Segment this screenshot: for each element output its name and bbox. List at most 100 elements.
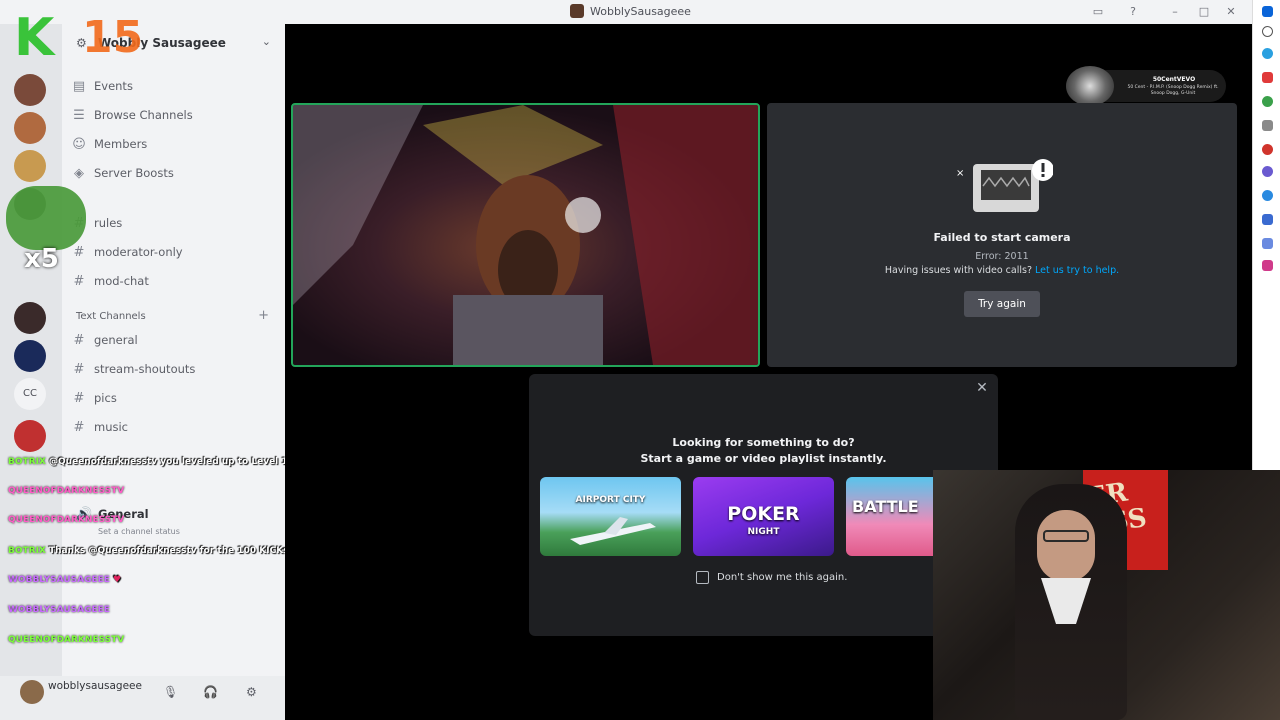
card-subtitle: NIGHT: [747, 527, 780, 537]
activity-heading: Looking for something to do?: [672, 436, 855, 449]
hash-icon: #: [73, 390, 85, 406]
kick-logo: K: [14, 8, 55, 68]
avatar[interactable]: [20, 680, 44, 704]
settings-gear-icon[interactable]: ⚙: [246, 685, 257, 699]
sidebar-app-icon[interactable]: [1262, 190, 1273, 201]
sidebar-app-icon[interactable]: [1262, 238, 1273, 249]
chat-message: QUEENOFDARKNESSTV: [8, 515, 124, 529]
chat-message: QUEENOFDARKNESSTV: [8, 635, 124, 649]
menu-item-label: Server Boosts: [94, 166, 174, 180]
now-playing-track: 50 Cent - P.I.M.P. (Snoop Dogg Remix) ft…: [1127, 85, 1219, 96]
server-icon[interactable]: [14, 150, 46, 182]
channel-pics[interactable]: # pics: [72, 386, 272, 410]
streamer-webcam: ER ESS: [933, 470, 1280, 720]
activity-prompt: ✕ Looking for something to do? Start a g…: [529, 374, 998, 636]
app-avatar-icon: [570, 4, 584, 18]
camera-help-prefix: Having issues with video calls?: [884, 265, 1032, 276]
windows-icon[interactable]: [1262, 6, 1273, 17]
activity-subheading: Start a game or video playlist instantly…: [640, 452, 887, 465]
server-icon[interactable]: [14, 74, 46, 106]
close-icon[interactable]: ✕: [974, 380, 990, 396]
channel-rules[interactable]: # rules: [72, 211, 272, 235]
menu-item-label: Events: [94, 79, 133, 93]
headphones-icon[interactable]: 🎧: [203, 685, 218, 699]
hash-icon: #: [73, 332, 85, 348]
calendar-icon: ▤: [72, 78, 86, 94]
menu-item-members[interactable]: ☺ Members: [72, 132, 272, 156]
chat-username: QUEENOFDARKNESSTV: [8, 515, 125, 525]
channel-label: pics: [94, 391, 117, 405]
pepe-emote-icon: [6, 186, 86, 250]
chat-message: WOBBLYSAUSAGEEE: [8, 605, 110, 619]
card-title: AIRPORT CITY: [575, 495, 646, 505]
sidebar-app-icon[interactable]: [1262, 48, 1273, 59]
add-channel-icon[interactable]: +: [258, 308, 269, 323]
boost-icon: ◈: [74, 165, 84, 181]
activity-card-airport-city[interactable]: AIRPORT CITY: [540, 477, 681, 556]
svg-text:×: ×: [956, 168, 964, 179]
chat-username: WOBBLYSAUSAGEEE: [8, 575, 110, 585]
chat-text: ♥: [113, 575, 122, 585]
menu-item-browse-channels[interactable]: ☰ Browse Channels: [72, 103, 272, 127]
server-icon[interactable]: [14, 340, 46, 372]
sidebar-app-icon[interactable]: [1262, 166, 1273, 177]
menu-item-label: Browse Channels: [94, 108, 193, 122]
chevron-down-icon: ⌄: [261, 35, 271, 48]
channel-music[interactable]: # music: [72, 415, 272, 439]
card-title: POKER: [727, 503, 800, 525]
server-icon[interactable]: [14, 112, 46, 144]
channel-mod-chat[interactable]: # mod-chat: [72, 269, 272, 293]
chat-message: QUEENOFDARKNESSTV: [8, 486, 124, 500]
members-icon: ☺: [72, 136, 86, 152]
camera-help-link[interactable]: Let us try to help.: [1035, 265, 1119, 276]
browse-icon: ☰: [73, 107, 85, 123]
sidebar-app-icon[interactable]: [1262, 96, 1273, 107]
minimize-icon[interactable]: –: [1168, 5, 1182, 19]
help-icon[interactable]: ?: [1126, 5, 1140, 19]
microphone-icon[interactable]: 🎙: [163, 685, 178, 699]
chat-text: @Queenofdarknesstv you leveled up to Lev…: [49, 457, 288, 467]
menu-item-events[interactable]: ▤ Events: [72, 74, 272, 98]
search-icon[interactable]: [1262, 26, 1273, 37]
server-icon[interactable]: [14, 302, 46, 334]
hash-icon: #: [73, 273, 85, 289]
server-icon-cc[interactable]: CC: [14, 378, 46, 410]
category-text-channels[interactable]: Text Channels: [76, 311, 146, 322]
airplane-icon: [570, 517, 656, 545]
dont-show-again-row[interactable]: Don't show me this again.: [696, 571, 847, 584]
menu-item-label: Members: [94, 137, 148, 151]
chat-username: BOTRIX: [8, 546, 46, 556]
channel-general[interactable]: # general: [72, 328, 272, 352]
dont-show-checkbox[interactable]: [696, 571, 709, 584]
chat-message: WOBBLYSAUSAGEEE ♥: [8, 575, 121, 589]
emote-multiplier: x5: [24, 244, 59, 274]
glasses-icon: [1043, 530, 1089, 542]
activity-card-poker-night[interactable]: POKER NIGHT: [693, 477, 834, 556]
camera-help-text: Having issues with video calls? Let us t…: [767, 265, 1237, 276]
window-title-text: WobblySausageee: [590, 4, 691, 18]
channel-stream-shoutouts[interactable]: # stream-shoutouts: [72, 357, 272, 381]
server-icon[interactable]: [14, 420, 46, 452]
streamer-face: [1037, 510, 1095, 582]
album-art: [1066, 66, 1114, 106]
chat-message: BOTRIX @Queenofdarknesstv you leveled up…: [8, 457, 288, 471]
inbox-icon[interactable]: ▭: [1091, 5, 1105, 19]
video-tile-speaking[interactable]: [291, 103, 760, 367]
sidebar-app-icon[interactable]: [1262, 72, 1273, 83]
chat-username: QUEENOFDARKNESSTV: [8, 635, 125, 645]
channel-label: stream-shoutouts: [94, 362, 196, 376]
sidebar-app-icon[interactable]: [1262, 120, 1273, 131]
channel-label: music: [94, 420, 129, 434]
dont-show-label: Don't show me this again.: [717, 572, 848, 583]
sidebar-app-icon[interactable]: [1262, 214, 1273, 225]
close-icon[interactable]: ✕: [1224, 5, 1238, 19]
instagram-icon[interactable]: [1262, 260, 1273, 271]
menu-item-server-boosts[interactable]: ◈ Server Boosts: [72, 161, 272, 185]
maximize-icon[interactable]: □: [1197, 5, 1211, 19]
sidebar-app-icon[interactable]: [1262, 144, 1273, 155]
channel-moderator-only[interactable]: # moderator-only: [72, 240, 272, 264]
try-again-button[interactable]: Try again: [964, 291, 1040, 317]
user-panel-name: wobblysausageee: [48, 680, 142, 692]
hash-icon: #: [73, 419, 85, 435]
channel-label: rules: [94, 216, 123, 230]
